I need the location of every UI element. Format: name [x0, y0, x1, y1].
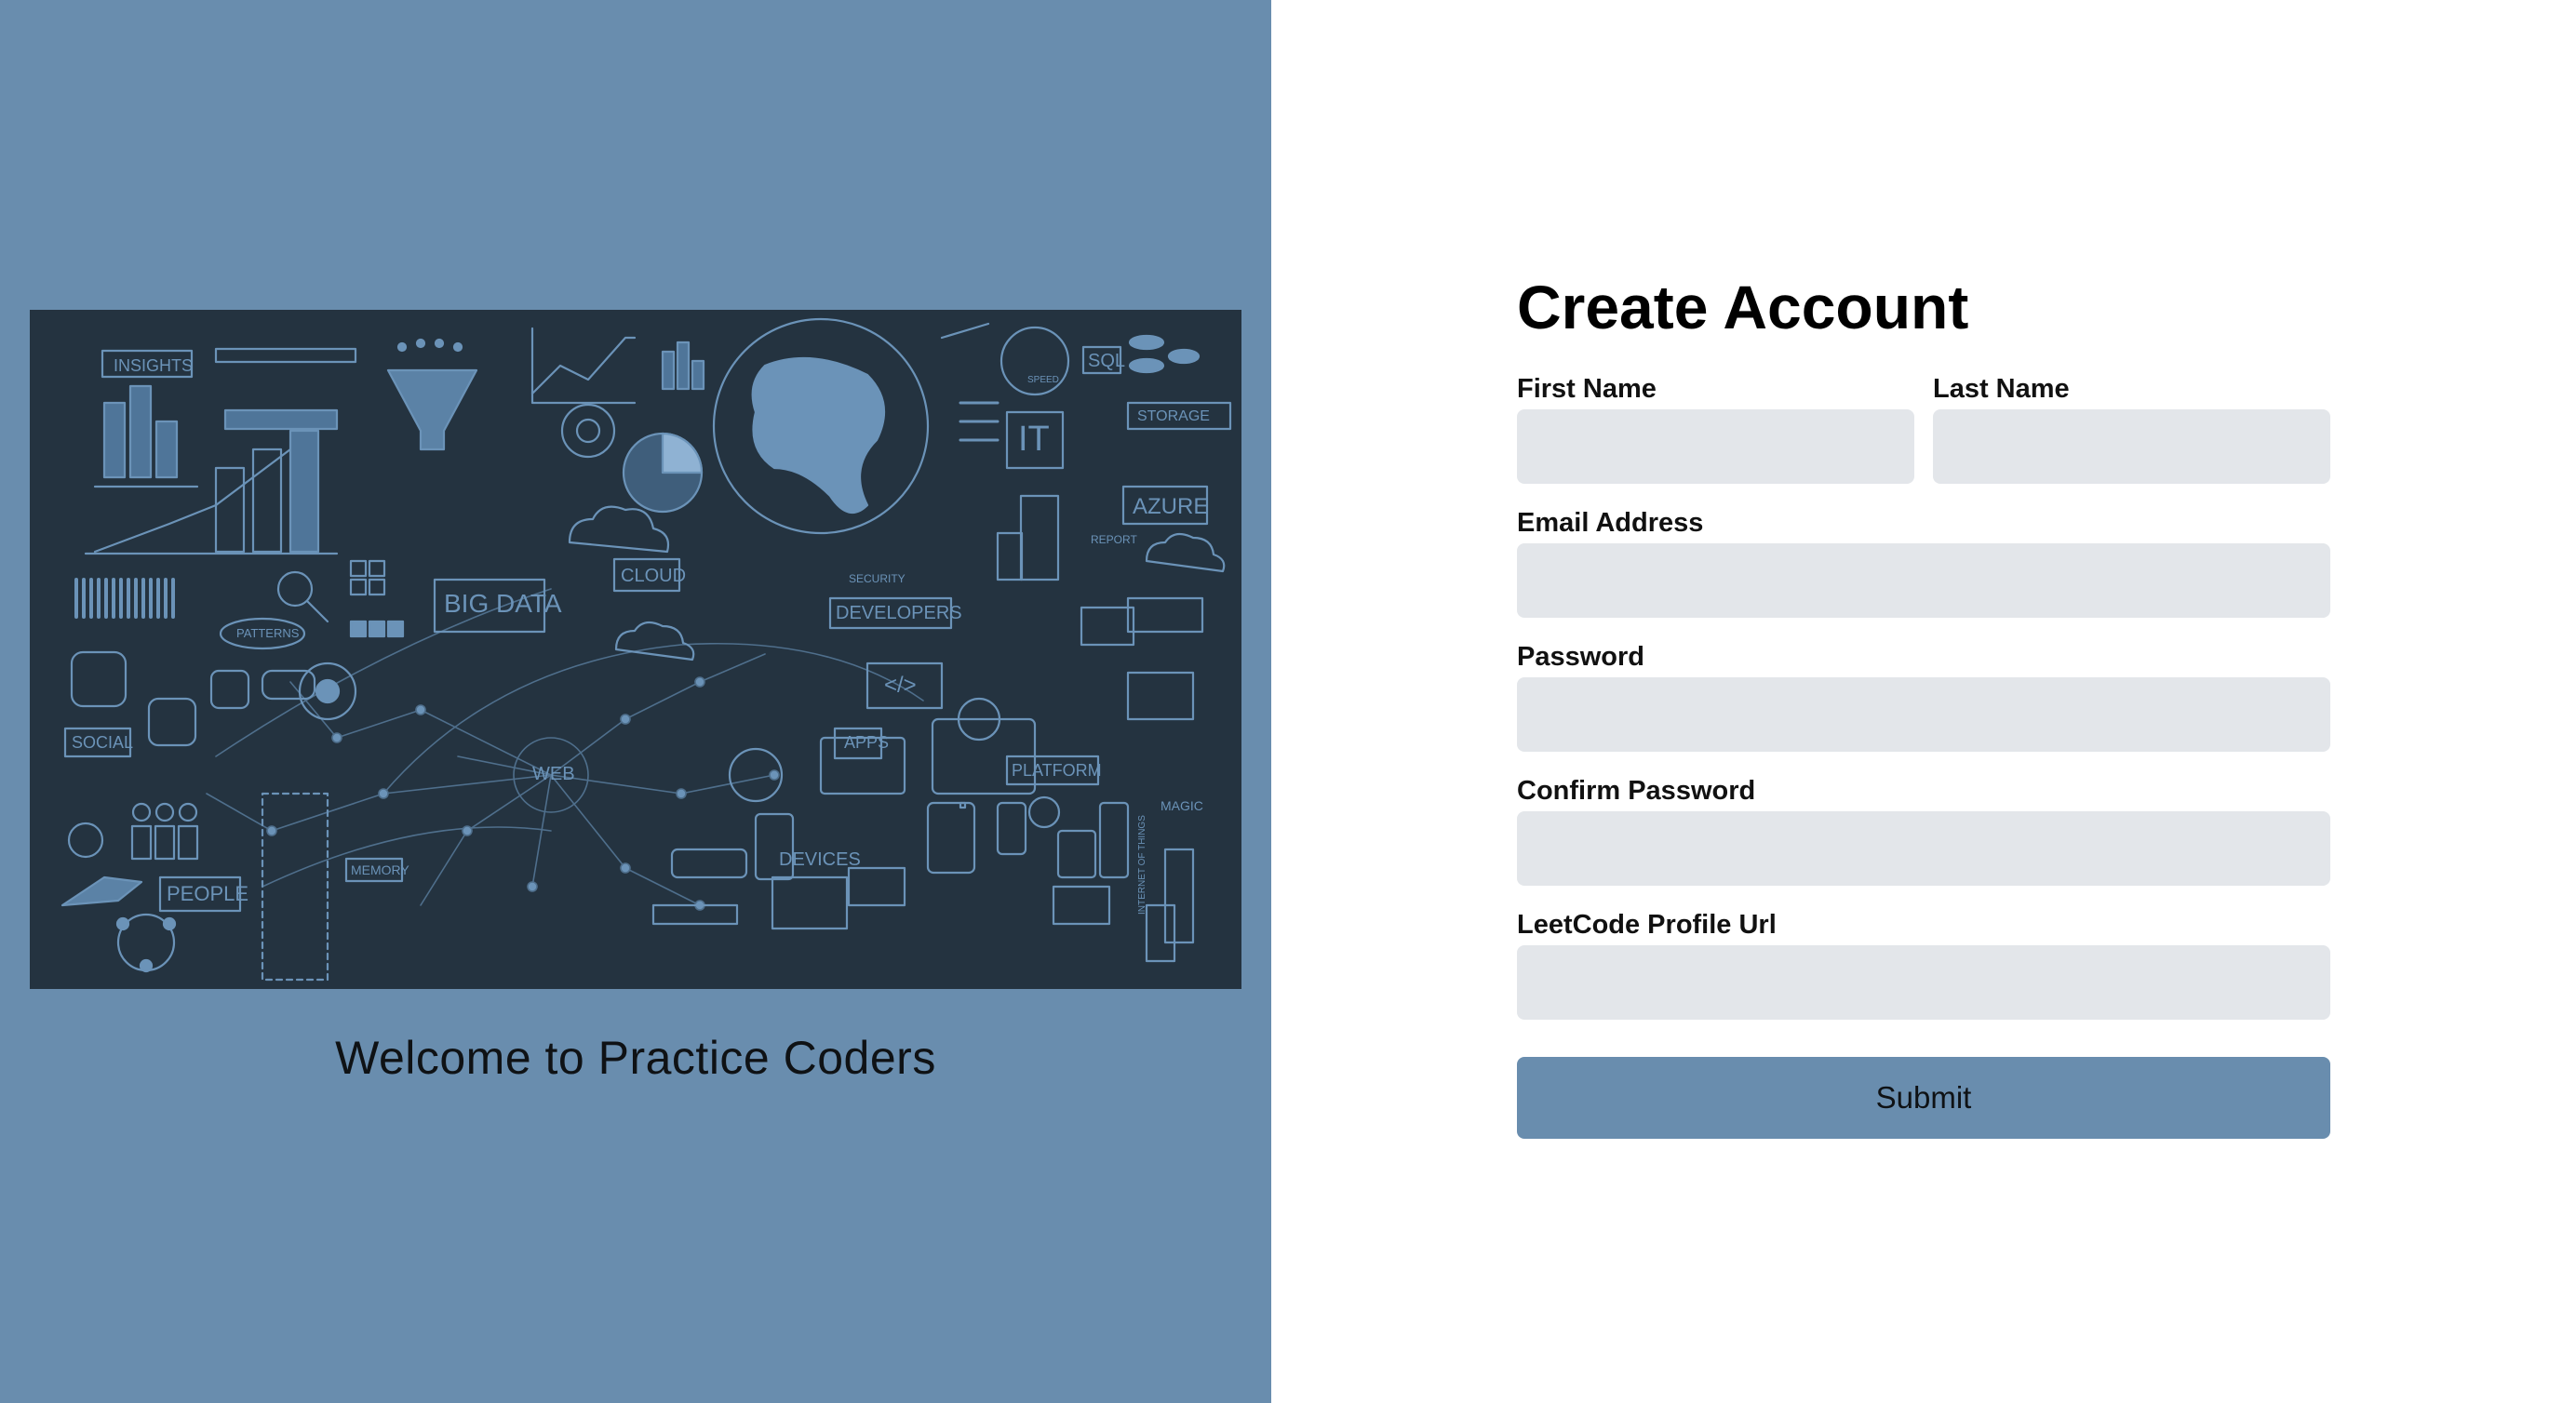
submit-button[interactable]: Submit — [1517, 1057, 2330, 1139]
password-input[interactable] — [1517, 677, 2330, 752]
sql-doodle-label: SQL — [1088, 351, 1126, 371]
developers-doodle-label: DEVELOPERS — [836, 603, 962, 623]
iot-doodle-label: INTERNET OF THINGS — [1137, 815, 1147, 915]
name-row: First Name Last Name — [1517, 372, 2330, 484]
apps-doodle-label: APPS — [844, 733, 890, 752]
first-name-label: First Name — [1517, 374, 1657, 404]
password-group: Password — [1517, 640, 2330, 752]
platform-doodle-label: PLATFORM — [1012, 761, 1102, 780]
patterns-doodle-label: PATTERNS — [236, 626, 300, 640]
it-doodle-label: IT — [1018, 420, 1050, 459]
web-doodle-label: WEB — [532, 764, 575, 784]
big-data-doodle-label: BIG DATA — [444, 589, 562, 618]
confirm-password-group: Confirm Password — [1517, 774, 2330, 886]
email-group: Email Address — [1517, 506, 2330, 618]
code-doodle-label: </> — [884, 673, 917, 698]
leetcode-url-label: LeetCode Profile Url — [1517, 910, 1777, 940]
confirm-password-label: Confirm Password — [1517, 776, 1756, 806]
cloud-doodle-label: CLOUD — [621, 566, 687, 586]
last-name-input[interactable] — [1933, 409, 2330, 484]
speed-doodle-label: SPEED — [1027, 375, 1059, 385]
tech-doodle-illustration: INSIGHTS BIG DATA CLOUD SQL IT STORAGE A… — [30, 310, 1241, 989]
email-input[interactable] — [1517, 543, 2330, 618]
form-title: Create Account — [1517, 273, 1969, 341]
social-doodle-label: SOCIAL — [72, 733, 134, 752]
last-name-label: Last Name — [1933, 374, 2070, 404]
devices-doodle-label: DEVICES — [779, 849, 861, 870]
storage-doodle-label: STORAGE — [1137, 408, 1210, 424]
first-name-group: First Name — [1517, 372, 1914, 484]
create-account-form: Create Account First Name Last Name Emai… — [1517, 270, 2330, 1139]
report-doodle-label: REPORT — [1091, 533, 1137, 546]
first-name-input[interactable] — [1517, 409, 1914, 484]
password-label: Password — [1517, 642, 1644, 672]
welcome-panel: INSIGHTS BIG DATA CLOUD SQL IT STORAGE A… — [0, 0, 1271, 1403]
email-label: Email Address — [1517, 508, 1704, 538]
last-name-group: Last Name — [1933, 372, 2330, 484]
security-doodle-label: SECURITY — [849, 572, 906, 585]
azure-doodle-label: AZURE — [1133, 494, 1209, 519]
leetcode-url-input[interactable] — [1517, 945, 2330, 1020]
insights-doodle-label: INSIGHTS — [114, 356, 194, 375]
signup-panel: Create Account First Name Last Name Emai… — [1271, 0, 2576, 1403]
people-doodle-label: PEOPLE — [167, 882, 249, 905]
memory-doodle-label: MEMORY — [351, 862, 409, 877]
page: INSIGHTS BIG DATA CLOUD SQL IT STORAGE A… — [0, 0, 2576, 1403]
welcome-heading: Welcome to Practice Coders — [335, 1032, 936, 1084]
confirm-password-input[interactable] — [1517, 811, 2330, 886]
magic-doodle-label: MAGIC — [1161, 798, 1203, 813]
leetcode-url-group: LeetCode Profile Url — [1517, 908, 2330, 1020]
